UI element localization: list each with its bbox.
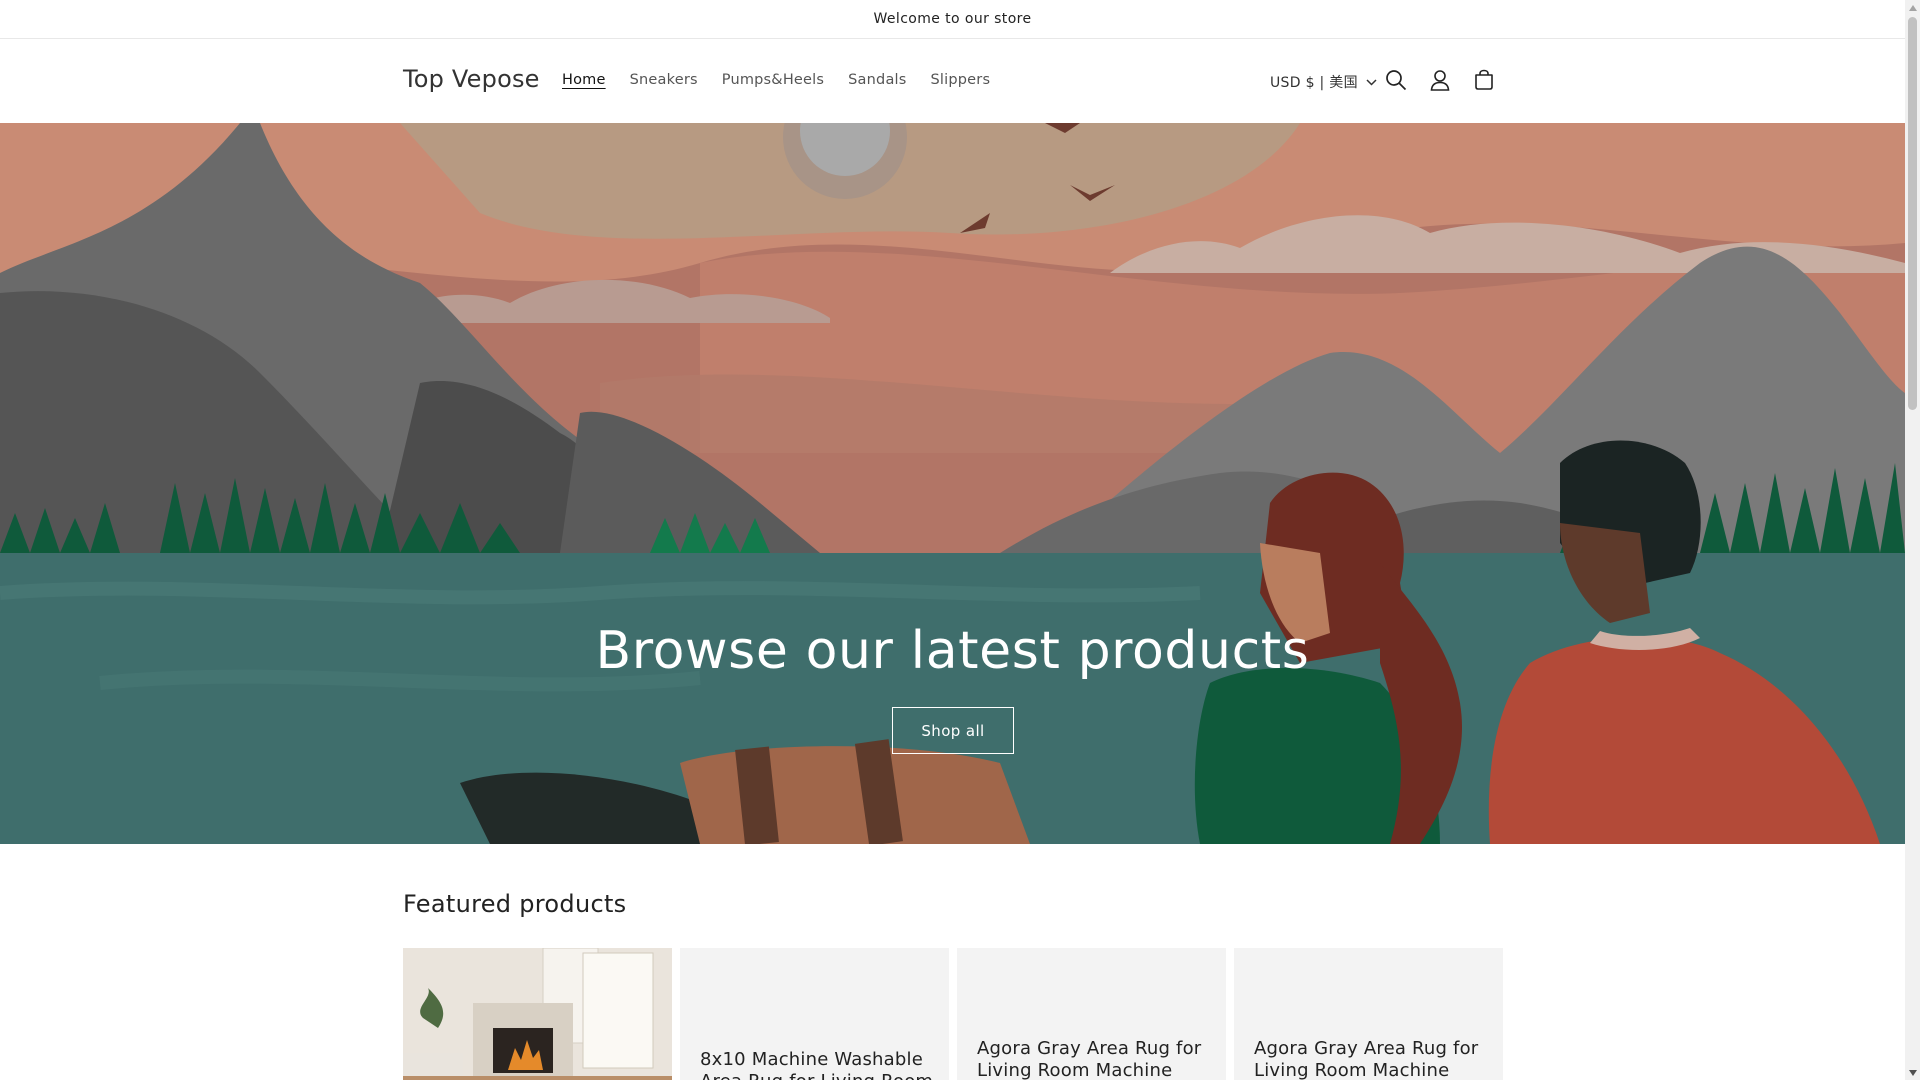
currency-label: USD $ | 美国 bbox=[1270, 75, 1358, 91]
product-card[interactable]: Agora Gray Area Rug for Living Room Mach… bbox=[1234, 948, 1503, 1080]
site-header: Top Vepose Home Sneakers Pumps&Heels San… bbox=[0, 39, 1905, 123]
nav-item-slippers[interactable]: Slippers bbox=[931, 72, 991, 88]
product-card[interactable]: Agora Gray Area Rug for Living Room Mach… bbox=[957, 948, 1226, 1080]
hero-banner: Browse our latest products Shop all bbox=[0, 123, 1905, 844]
nav-item-pumps-heels[interactable]: Pumps&Heels bbox=[722, 72, 824, 88]
shop-all-button[interactable]: Shop all bbox=[892, 707, 1014, 754]
page-scrollbar[interactable] bbox=[1905, 0, 1920, 1080]
account-icon[interactable] bbox=[1427, 67, 1453, 93]
currency-selector[interactable]: USD $ | 美国 bbox=[1270, 72, 1377, 92]
product-title[interactable]: 8x10 Machine Washable Area Rug for Livin… bbox=[700, 1049, 940, 1080]
scroll-up-arrow-icon[interactable] bbox=[1905, 0, 1920, 15]
product-image bbox=[403, 948, 672, 1080]
scroll-down-arrow-icon[interactable] bbox=[1905, 1065, 1920, 1080]
chevron-down-icon bbox=[1366, 78, 1377, 86]
hero-title: Browse our latest products bbox=[595, 621, 1310, 681]
product-title[interactable]: Agora Gray Area Rug for Living Room Mach… bbox=[1254, 1038, 1494, 1080]
announcement-text: Welcome to our store bbox=[873, 11, 1032, 27]
nav-item-home[interactable]: Home bbox=[562, 72, 606, 88]
store-logo[interactable]: Top Vepose bbox=[403, 65, 540, 93]
featured-products-title: Featured products bbox=[403, 890, 627, 918]
main-nav: Home Sneakers Pumps&Heels Sandals Slippe… bbox=[562, 72, 1014, 88]
product-title[interactable]: Agora Gray Area Rug for Living Room Mach… bbox=[977, 1038, 1217, 1080]
nav-item-sneakers[interactable]: Sneakers bbox=[630, 72, 698, 88]
nav-item-sandals[interactable]: Sandals bbox=[848, 72, 906, 88]
product-card[interactable]: 8x10 Machine Washable Area Rug for Livin… bbox=[680, 948, 949, 1080]
cart-icon[interactable] bbox=[1471, 67, 1497, 93]
scroll-thumb[interactable] bbox=[1908, 17, 1917, 410]
announcement-bar: Welcome to our store bbox=[0, 0, 1905, 39]
search-icon[interactable] bbox=[1383, 67, 1409, 93]
product-card[interactable] bbox=[403, 948, 672, 1080]
